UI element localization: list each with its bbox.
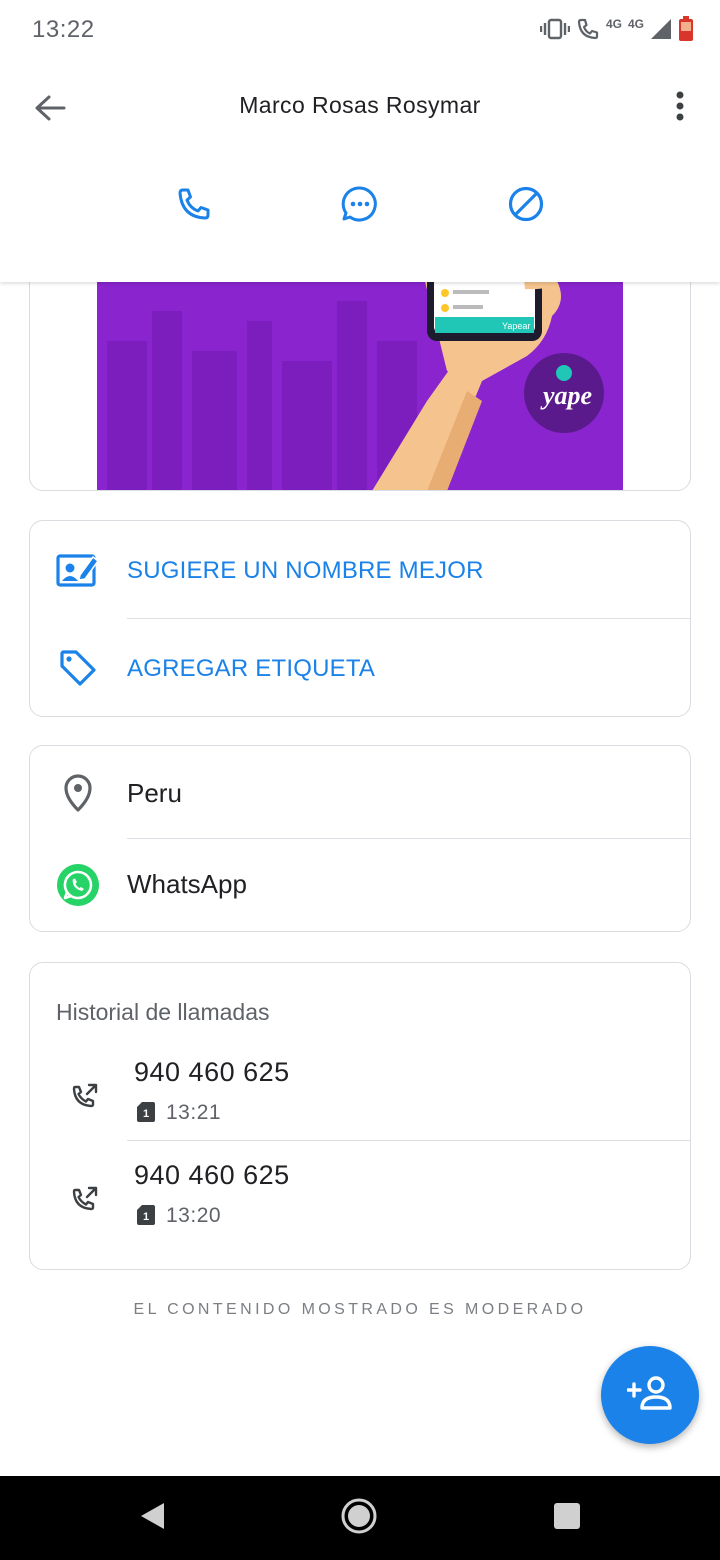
location-row: Peru bbox=[30, 746, 692, 839]
tag-icon bbox=[54, 644, 102, 692]
call-history-card: Historial de llamadas 940 460 625 1 13:2… bbox=[29, 962, 691, 1270]
nav-back-button[interactable] bbox=[130, 1496, 174, 1540]
call-history-entry[interactable]: 940 460 625 1 13:21 bbox=[30, 1045, 692, 1145]
system-nav-bar bbox=[0, 1476, 720, 1560]
edit-contact-icon bbox=[54, 546, 102, 594]
call-number: 940 460 625 bbox=[134, 1057, 290, 1087]
signal-icon bbox=[650, 18, 672, 40]
call-number: 940 460 625 bbox=[134, 1160, 290, 1190]
contact-name: Marco Rosas Rosymar bbox=[239, 92, 481, 118]
add-tag-label: AGREGAR ETIQUETA bbox=[127, 655, 376, 682]
wifi-call-icon bbox=[576, 17, 600, 41]
contact-header: Marco Rosas Rosymar bbox=[0, 60, 720, 282]
sim-slot-number: 1 bbox=[143, 1211, 149, 1223]
add-contact-icon bbox=[626, 1375, 673, 1415]
yape-logo-text: yape bbox=[540, 381, 592, 410]
status-bar: 13:22 4G 4G bbox=[0, 0, 720, 60]
status-time: 13:22 bbox=[32, 16, 95, 43]
suggest-card: SUGIERE UN NOMBRE MEJOR AGREGAR ETIQUETA bbox=[29, 520, 691, 717]
nav-recents-icon bbox=[553, 1502, 581, 1535]
outgoing-call-icon bbox=[70, 1081, 100, 1111]
call-time: 13:20 bbox=[166, 1204, 222, 1227]
divider bbox=[127, 1140, 690, 1141]
sim-card-icon: 1 bbox=[137, 1102, 155, 1122]
suggest-name-row[interactable]: SUGIERE UN NOMBRE MEJOR bbox=[30, 521, 692, 619]
whatsapp-row[interactable]: WhatsApp bbox=[30, 839, 692, 932]
add-tag-row[interactable]: AGREGAR ETIQUETA bbox=[30, 619, 692, 717]
action-row bbox=[0, 180, 720, 232]
location-label: Peru bbox=[127, 778, 182, 808]
call-history-entry[interactable]: 940 460 625 1 13:20 bbox=[30, 1148, 692, 1248]
network-label-1: 4G bbox=[605, 17, 622, 31]
nav-home-button[interactable] bbox=[337, 1496, 381, 1540]
status-icons: 4G 4G bbox=[539, 14, 694, 44]
outgoing-call-icon bbox=[70, 1184, 100, 1214]
more-vert-icon bbox=[676, 91, 684, 126]
more-options-button[interactable] bbox=[662, 86, 698, 130]
moderated-content-note: EL CONTENIDO MOSTRADO ES MODERADO bbox=[133, 1301, 587, 1318]
nav-recents-button[interactable] bbox=[545, 1496, 589, 1540]
battery-icon bbox=[678, 16, 694, 42]
vibrate-icon bbox=[539, 18, 570, 40]
suggest-name-label: SUGIERE UN NOMBRE MEJOR bbox=[127, 557, 484, 584]
add-contact-button[interactable] bbox=[601, 1346, 699, 1444]
nav-back-icon bbox=[138, 1501, 166, 1536]
chat-icon bbox=[341, 185, 379, 228]
block-icon bbox=[507, 185, 545, 228]
phone-button-text: Yapear bbox=[502, 321, 530, 331]
call-button[interactable] bbox=[168, 180, 220, 232]
sim-slot-number: 1 bbox=[143, 1108, 149, 1120]
message-button[interactable] bbox=[334, 180, 386, 232]
info-card: Peru WhatsApp bbox=[29, 745, 691, 932]
phone-icon bbox=[176, 186, 212, 227]
sim-card-icon: 1 bbox=[137, 1205, 155, 1225]
call-history-title: Historial de llamadas bbox=[56, 999, 270, 1025]
nav-home-icon bbox=[340, 1497, 378, 1540]
whatsapp-label: WhatsApp bbox=[127, 869, 247, 899]
location-pin-icon bbox=[54, 769, 102, 817]
network-label-2: 4G bbox=[627, 17, 644, 31]
call-time: 13:21 bbox=[166, 1101, 222, 1124]
whatsapp-icon bbox=[54, 861, 102, 909]
block-button[interactable] bbox=[500, 180, 552, 232]
